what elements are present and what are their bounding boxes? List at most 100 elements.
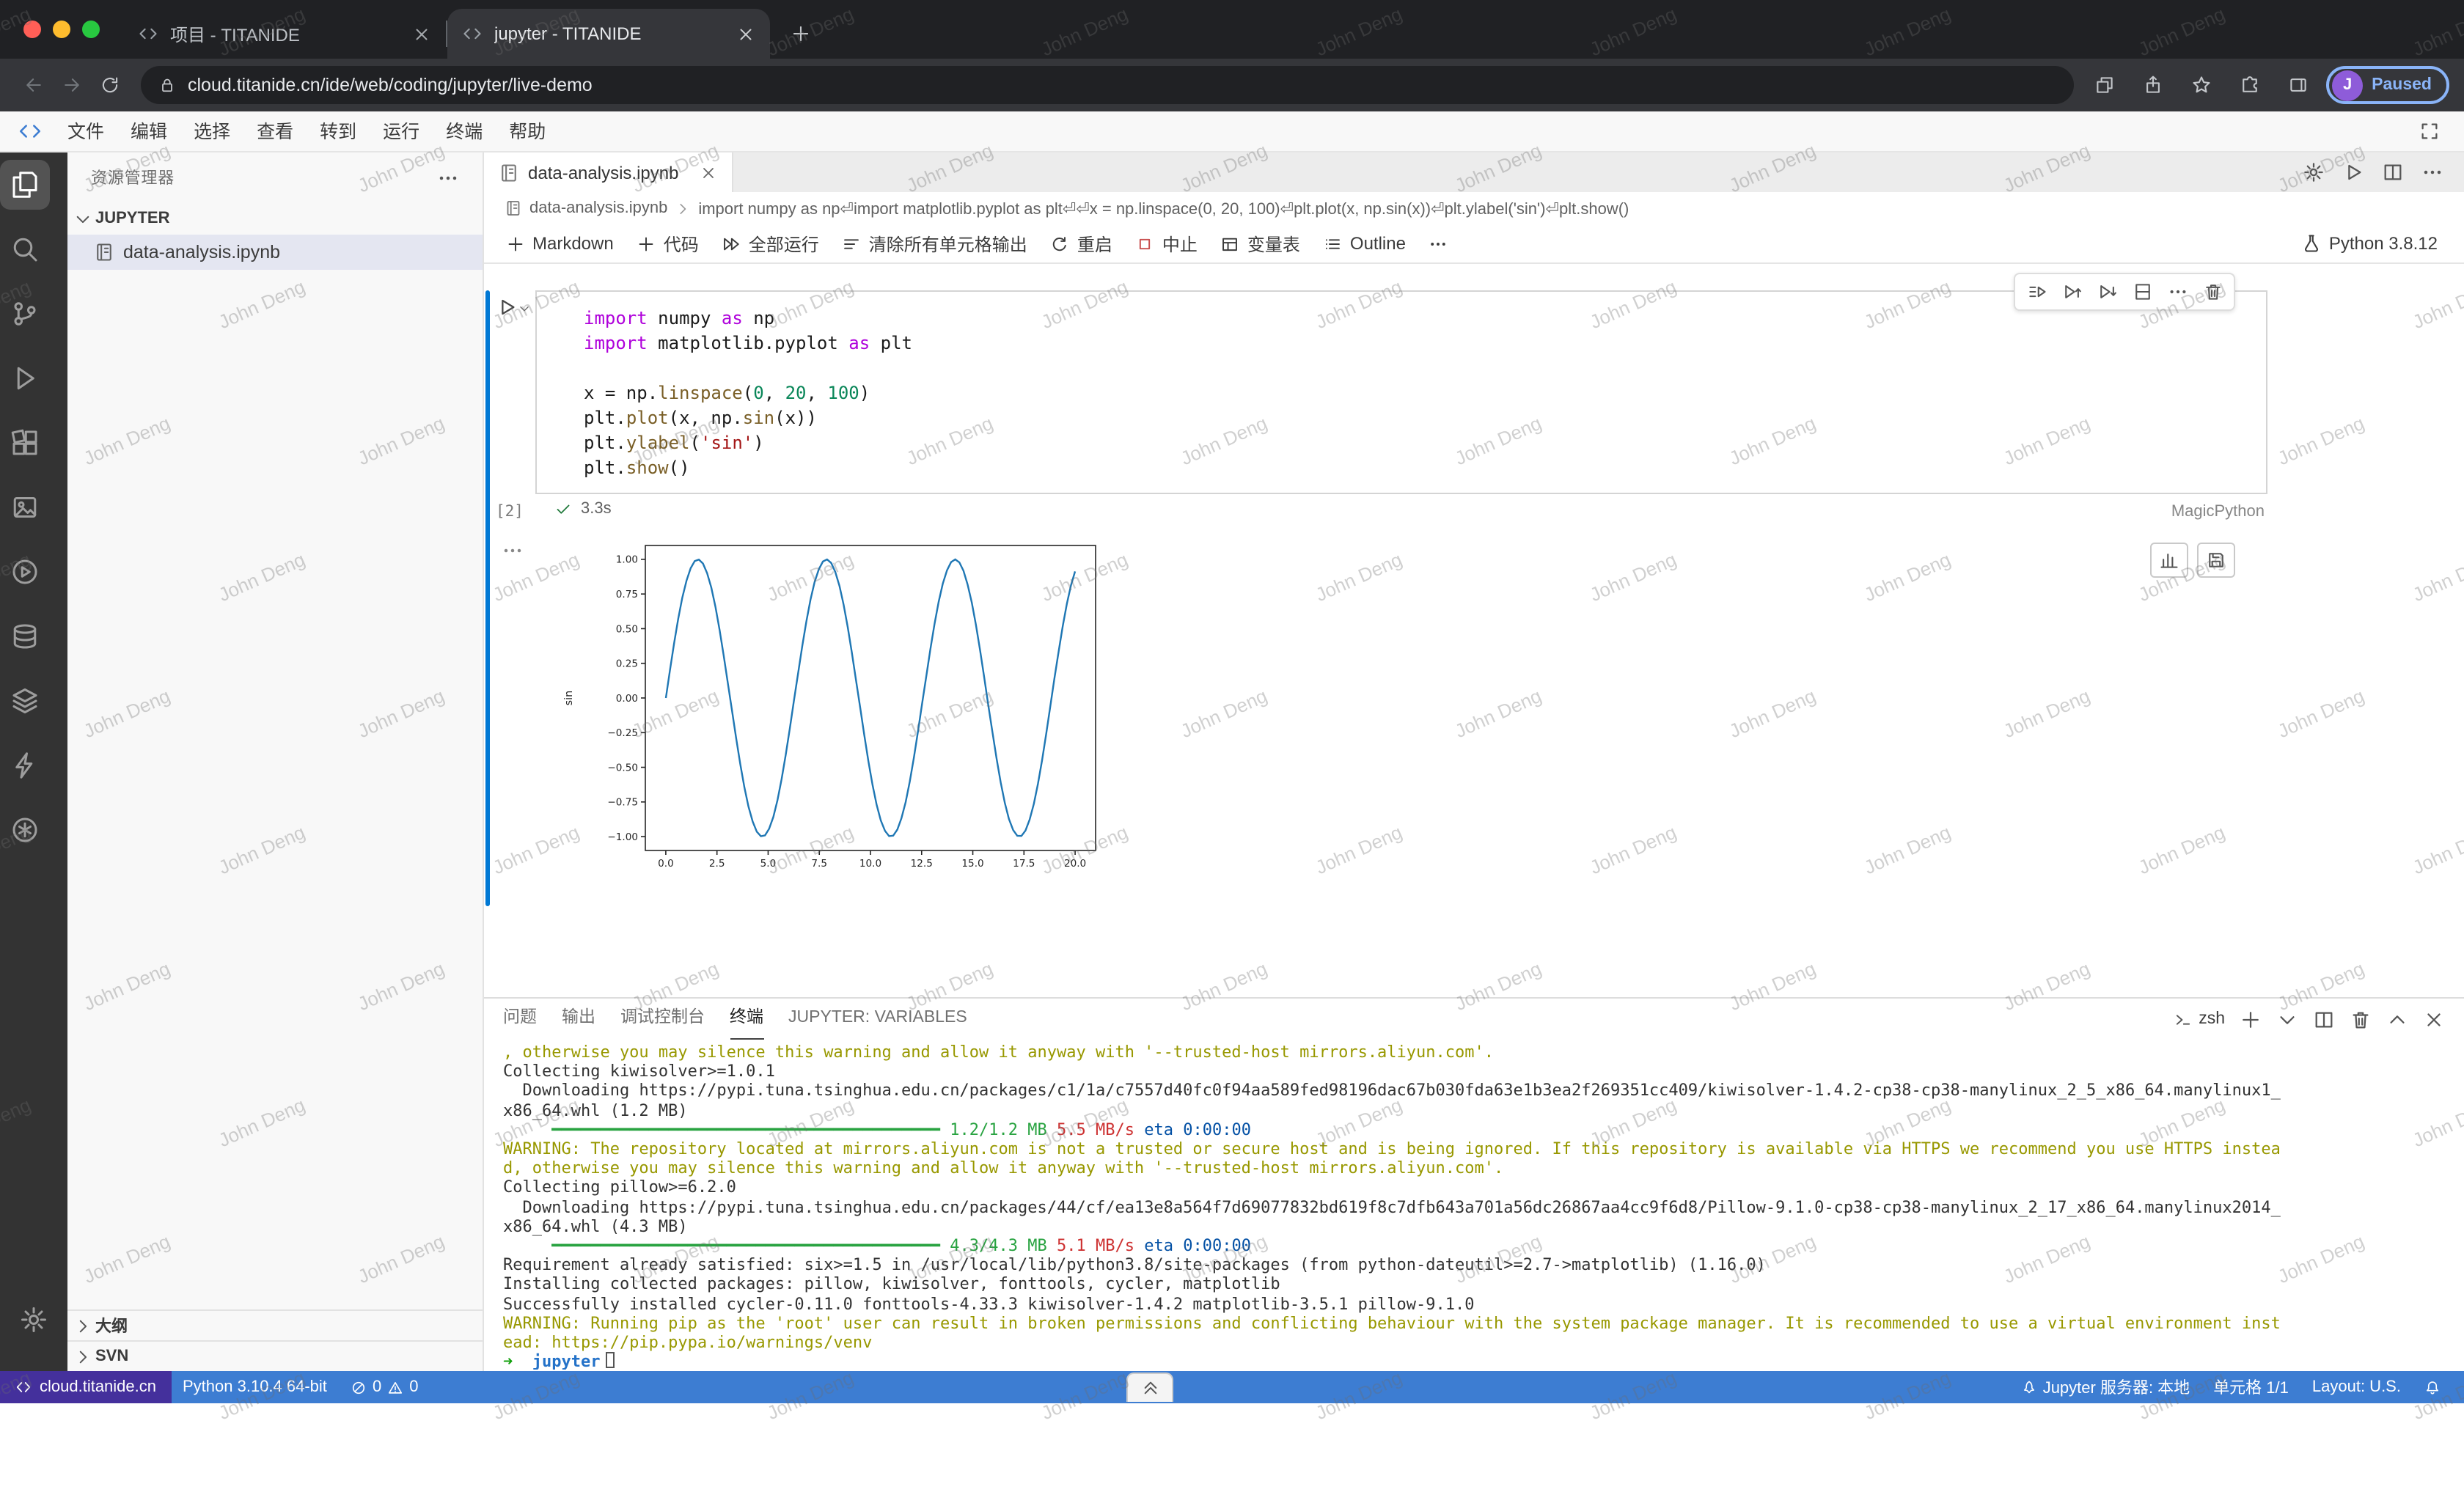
menu-item-编辑[interactable]: 编辑	[117, 115, 180, 147]
more-icon[interactable]	[2163, 278, 2191, 306]
share-icon[interactable]	[2134, 66, 2172, 104]
delete-icon[interactable]	[2350, 1008, 2372, 1030]
reload-button[interactable]	[91, 66, 129, 104]
output-button-save-icon[interactable]	[2197, 543, 2235, 578]
puzzle-icon[interactable]	[2231, 66, 2269, 104]
profile-chip[interactable]: J Paused	[2326, 66, 2449, 104]
code-line[interactable]: import numpy as np	[584, 306, 2237, 331]
asterisk-icon[interactable]	[0, 805, 50, 855]
split-editor-icon[interactable]	[2382, 161, 2404, 183]
layers-icon[interactable]	[0, 676, 50, 726]
copy-window-icon[interactable]	[2086, 66, 2124, 104]
breadcrumb[interactable]: data-analysis.ipynb import numpy as np⏎i…	[484, 192, 2464, 224]
close-tab-icon[interactable]	[412, 24, 431, 43]
kernel-picker[interactable]: Python 3.8.12	[2301, 233, 2452, 254]
status-item[interactable]: Jupyter 服务器: 本地	[2009, 1375, 2202, 1399]
address-bar[interactable]: cloud.titanide.cn/ide/web/coding/jupyter…	[141, 66, 2074, 104]
cell-code[interactable]: import numpy as npimport matplotlib.pypl…	[584, 306, 2237, 481]
code-line[interactable]: x = np.linspace(0, 20, 100)	[584, 381, 2237, 406]
explor​er-icon[interactable]	[0, 160, 50, 210]
back-button[interactable]	[15, 66, 53, 104]
sidebar-section-jupyter[interactable]: JUPYTER	[67, 202, 483, 235]
output-more-icon[interactable]	[502, 540, 524, 562]
browser-tab-project[interactable]: 项目 - TITANIDE	[123, 9, 446, 59]
run-debug-icon[interactable]	[0, 353, 50, 403]
close-tab-icon[interactable]	[736, 24, 755, 43]
code-line[interactable]: import matplotlib.pyplot as plt	[584, 331, 2237, 356]
chevron-up-icon[interactable]	[2386, 1008, 2408, 1030]
search-icon[interactable]	[0, 224, 50, 274]
run-cell-button[interactable]	[496, 296, 531, 318]
settings-gear-icon[interactable]	[9, 1295, 59, 1345]
problems-indicator[interactable]: 0 0	[339, 1378, 430, 1396]
code-line[interactable]: plt.show()	[584, 456, 2237, 481]
menu-item-帮助[interactable]: 帮助	[496, 115, 559, 147]
delete-icon[interactable]	[2199, 278, 2226, 306]
code-line[interactable]	[584, 356, 2237, 381]
status-item[interactable]: Layout: U.S.	[2300, 1378, 2413, 1396]
zoom-window-button[interactable]	[82, 21, 100, 38]
notifications-button[interactable]	[2413, 1379, 2452, 1395]
more-icon[interactable]	[2421, 161, 2443, 183]
panel-tab-调试控制台[interactable]: 调试控制台	[620, 999, 705, 1040]
browser-tab-jupyter[interactable]: jupyter - TITANIDE	[447, 9, 770, 59]
panel-icon[interactable]	[2279, 66, 2317, 104]
breadcrumb-file[interactable]: data-analysis.ipynb	[529, 199, 667, 217]
cell-language-mode[interactable]: MagicPython	[2171, 503, 2265, 521]
code-line[interactable]: plt.ylabel('sin')	[584, 431, 2237, 456]
close-icon[interactable]	[2423, 1008, 2445, 1030]
chevron-down-icon[interactable]	[518, 302, 531, 315]
panel-tab-终端[interactable]: 终端	[730, 999, 763, 1040]
menu-item-选择[interactable]: 选择	[180, 115, 243, 147]
toolbar-more[interactable]	[1419, 226, 1459, 261]
panel-tab-JUPYTER: VARIABLES[interactable]: JUPYTER: VARIABLES	[788, 999, 967, 1040]
file-item-notebook[interactable]: data-analysis.ipynb	[67, 235, 483, 270]
close-window-button[interactable]	[23, 21, 41, 38]
menu-item-运行[interactable]: 运行	[370, 115, 433, 147]
toolbar-重启[interactable]: 重启	[1041, 226, 1123, 261]
toolbar-中止[interactable]: 中止	[1126, 226, 1208, 261]
lightning-icon[interactable]	[0, 741, 50, 790]
sidebar-section-SVN[interactable]: SVN	[67, 1340, 483, 1371]
code-cell[interactable]: import numpy as npimport matplotlib.pypl…	[535, 290, 2267, 494]
run-menu-icon[interactable]	[2023, 278, 2050, 306]
chevron-down-icon[interactable]	[2276, 1008, 2298, 1030]
remote-indicator[interactable]: cloud.titanide.cn	[0, 1371, 171, 1403]
settings-gear-icon[interactable]	[2303, 161, 2325, 183]
toolbar-代码[interactable]: 代码	[627, 226, 709, 261]
run-below-icon[interactable]	[2093, 278, 2121, 306]
forward-button[interactable]	[53, 66, 91, 104]
status-item[interactable]: 单元格 1/1	[2201, 1375, 2300, 1399]
toolbar-变量表[interactable]: 变量表	[1211, 226, 1310, 261]
run-cell-icon[interactable]	[496, 296, 518, 318]
toolbar-清除所有单元格输出[interactable]: 清除所有单元格输出	[832, 226, 1038, 261]
code-line[interactable]: plt.plot(x, np.sin(x))	[584, 406, 2237, 431]
new-tab-button[interactable]	[785, 18, 817, 50]
run-circle-icon[interactable]	[0, 547, 50, 597]
panel-tab-输出[interactable]: 输出	[562, 999, 595, 1040]
source-control-icon[interactable]	[0, 289, 50, 339]
play-icon[interactable]	[2342, 161, 2364, 183]
panel-restore-button[interactable]	[1126, 1372, 1173, 1402]
database-icon[interactable]	[0, 611, 50, 661]
output-button-chart-icon[interactable]	[2150, 543, 2188, 578]
fullscreen-icon[interactable]	[2419, 120, 2441, 142]
terminal-output[interactable]: , otherwise you may silence this warning…	[503, 1043, 2281, 1370]
menu-item-文件[interactable]: 文件	[54, 115, 117, 147]
extensions-icon[interactable]	[0, 418, 50, 468]
add-icon[interactable]	[2240, 1008, 2262, 1030]
split-cell-icon[interactable]	[2128, 278, 2156, 306]
split-editor-icon[interactable]	[2313, 1008, 2335, 1030]
menu-item-转到[interactable]: 转到	[307, 115, 370, 147]
notebook-icon[interactable]	[0, 482, 50, 532]
run-above-icon[interactable]	[2058, 278, 2086, 306]
breadcrumb-cell-preview[interactable]: import numpy as np⏎import matplotlib.pyp…	[698, 199, 1629, 218]
toolbar-Outline[interactable]: Outline	[1313, 226, 1416, 261]
editor-tab-notebook[interactable]: data-analysis.ipynb	[484, 152, 733, 192]
sidebar-more-icon[interactable]	[437, 166, 459, 188]
toolbar-Markdown[interactable]: Markdown	[496, 226, 624, 261]
sidebar-section-大纲[interactable]: 大纲	[67, 1309, 483, 1340]
menu-item-终端[interactable]: 终端	[433, 115, 496, 147]
star-icon[interactable]	[2182, 66, 2221, 104]
panel-tab-问题[interactable]: 问题	[503, 999, 537, 1040]
